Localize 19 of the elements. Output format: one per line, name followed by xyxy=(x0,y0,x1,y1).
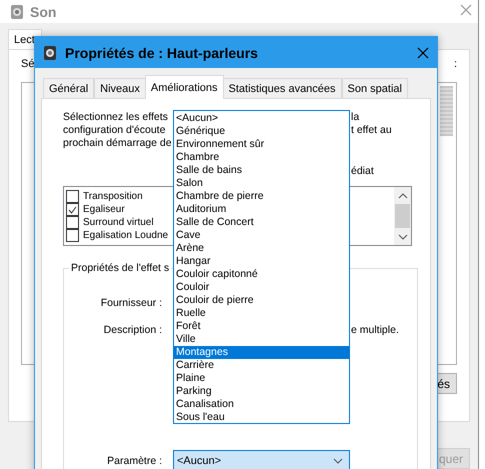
effect-label: Egaliseur xyxy=(83,204,125,215)
effect-label: Transposition xyxy=(83,191,143,202)
instruction-text: Sélectionnez les effets xyxy=(63,111,169,124)
instruction-text: t effet au xyxy=(351,124,393,137)
instruction-text: Sé xyxy=(21,58,34,70)
instruction-text: prochain démarrage de xyxy=(63,137,173,150)
group-title: Propriétés de l'effet s xyxy=(69,262,172,274)
field-label: Fournisseur : xyxy=(100,296,162,308)
label-text: : xyxy=(454,58,457,70)
instruction-text: édiat xyxy=(351,165,374,178)
field-label: Paramètre : xyxy=(106,454,162,466)
field-label: Description : xyxy=(102,324,162,336)
instruction-text: la xyxy=(351,111,360,124)
description-text: e multiple. xyxy=(350,324,400,336)
effect-label: Egalisation Loudne xyxy=(83,230,168,241)
instruction-text: configuration d'écoute xyxy=(63,124,166,137)
dialog-title: Propriétés de : Haut-parleurs xyxy=(65,44,259,60)
window-title: Son xyxy=(30,4,58,20)
effect-label: Surround virtuel xyxy=(83,217,154,228)
